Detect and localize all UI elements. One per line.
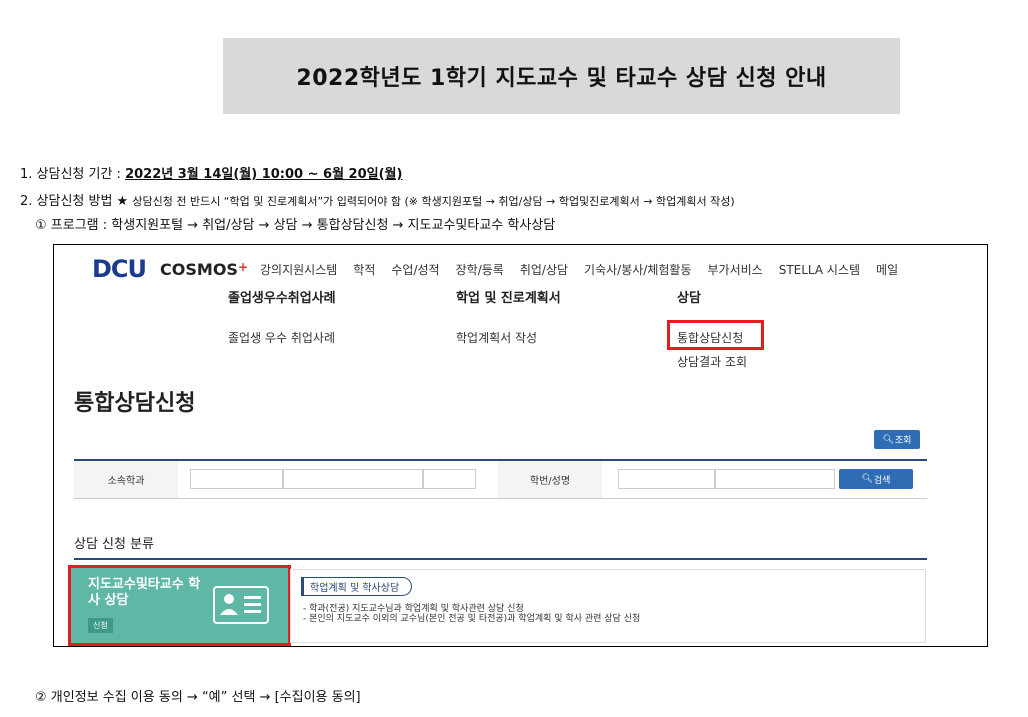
portal-screenshot: DCU COSMOS+ 강의지원시스템 학적 수업/성적 장학/등록 취업/상담… [53, 244, 988, 647]
item-period-prefix: 1. 상담신청 기간 : [20, 167, 126, 182]
dept-select-2[interactable] [283, 469, 423, 489]
highlight-box-menu [667, 320, 764, 350]
dept-select-3[interactable] [423, 469, 476, 489]
nav-item[interactable]: 부가서비스 [708, 261, 763, 278]
dept-select-1[interactable] [190, 469, 283, 489]
dcu-logo: DCU [92, 255, 147, 283]
nav-item[interactable]: 메일 [876, 261, 898, 278]
search-icon: 🔍︎ [861, 474, 874, 484]
search-button-label: 검색 [873, 475, 891, 486]
dept-label: 소속학과 [74, 461, 178, 498]
item-period: 1. 상담신청 기간 : 2022년 3월 14일(월) 10:00 ~ 6월 … [20, 163, 402, 182]
section-divider [74, 558, 927, 560]
search-icon: 🔍︎ [882, 434, 895, 445]
cosmos-plus-icon: + [237, 259, 249, 274]
nav-item[interactable]: 기숙사/봉사/체험활동 [584, 261, 691, 278]
desc-tag: 학업계획 및 학사상담 [301, 577, 413, 596]
counsel-description: 학업계획 및 학사상담 - 학과(전공) 지도교수님과 학업계획 및 학사관련 … [290, 569, 926, 643]
student-id-input[interactable] [618, 469, 715, 489]
menu-col1-item[interactable]: 졸업생 우수 취업사례 [228, 329, 335, 346]
item-period-value: 2022년 3월 14일(월) 10:00 ~ 6월 20일(월) [125, 167, 403, 182]
portal-nav: DCU COSMOS+ 강의지원시스템 학적 수업/성적 장학/등록 취업/상담… [92, 255, 914, 283]
desc-line-2: - 본인의 지도교수 이외의 교수님(본인 전공 및 타전공)과 학업계획 및 … [303, 614, 641, 624]
nav-item[interactable]: 강의지원시스템 [260, 261, 337, 278]
nav-item[interactable]: 취업/상담 [520, 261, 568, 278]
notice-title-box: 2022학년도 1학기 지도교수 및 타교수 상담 신청 안내 [223, 38, 900, 114]
nav-item[interactable]: 학적 [353, 261, 375, 278]
menu-counsel-result[interactable]: 상담결과 조회 [677, 353, 747, 370]
notice-title: 2022학년도 1학기 지도교수 및 타교수 상담 신청 안내 [296, 66, 827, 91]
menu-col2-item[interactable]: 학업계획서 작성 [456, 329, 537, 346]
nav-item[interactable]: STELLA 시스템 [779, 261, 860, 278]
nav-item[interactable]: 장학/등록 [456, 261, 504, 278]
item-program-path: ① 프로그램 : 학생지원포털 → 취업/상담 → 상담 → 통합상담신청 → … [35, 218, 556, 233]
section-title: 상담 신청 분류 [74, 537, 155, 552]
search-button[interactable]: 🔍︎ 검색 [839, 469, 913, 489]
cosmos-brand-text: COSMOS [160, 259, 238, 279]
page-title: 통합상담신청 [74, 391, 196, 416]
query-button[interactable]: 🔍︎ 조회 [874, 430, 920, 449]
cosmos-brand: COSMOS+ [160, 260, 248, 279]
nav-items: 강의지원시스템 학적 수업/성적 장학/등록 취업/상담 기숙사/봉사/체험활동… [260, 261, 914, 278]
menu-col1-head: 졸업생우수취업사례 [228, 291, 336, 306]
query-button-label: 조회 [894, 436, 912, 446]
item-consent: ② 개인정보 수집 이용 동의 → “예” 선택 → [수집이용 동의] [35, 690, 361, 705]
item-method-prefix: 2. 상담신청 방법 ★ [20, 194, 133, 209]
student-id-label: 학번/성명 [498, 461, 602, 498]
nav-item[interactable]: 수업/성적 [391, 261, 439, 278]
search-bar: 소속학과 학번/성명 🔍︎ 검색 [74, 459, 927, 499]
highlight-box-card [68, 565, 291, 646]
menu-col3-head: 상담 [677, 291, 701, 306]
student-name-input[interactable] [715, 469, 835, 489]
item-method: 2. 상담신청 방법 ★ 상담신청 전 반드시 “학업 및 진로계획서”가 입력… [20, 190, 735, 209]
item-method-note: 상담신청 전 반드시 “학업 및 진로계획서”가 입력되어야 함 (※ 학생지원… [132, 195, 735, 208]
menu-col2-head: 학업 및 진로계획서 [456, 291, 561, 306]
